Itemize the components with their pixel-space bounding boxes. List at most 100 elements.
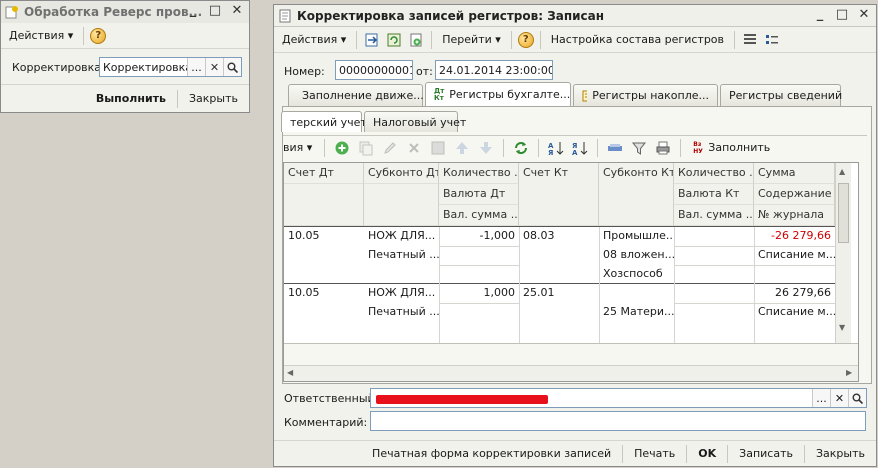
table-row[interactable]: 10.05 НОЖ ДЛЯ... Печатный ... -1,000 08.… bbox=[284, 227, 835, 283]
actions-menu[interactable]: Действия ▾ bbox=[278, 31, 350, 48]
cell-account-kt: 08.03 bbox=[523, 229, 555, 242]
col-header-blank bbox=[284, 184, 364, 226]
clear-icon[interactable]: ✕ bbox=[830, 389, 848, 407]
move-down-icon[interactable] bbox=[477, 139, 495, 157]
select-button[interactable]: ... bbox=[187, 58, 205, 76]
checklist-icon[interactable] bbox=[763, 31, 781, 49]
cell-quantity-dt: -1,000 bbox=[479, 229, 515, 242]
correction-field[interactable]: Корректировка за ... ✕ bbox=[99, 57, 242, 77]
print-icon[interactable] bbox=[654, 139, 672, 157]
document-icon bbox=[278, 9, 292, 23]
edit-row-icon[interactable] bbox=[381, 139, 399, 157]
cell-content: Списание м... bbox=[758, 248, 835, 261]
date-field[interactable]: 24.01.2014 23:00:00 bbox=[435, 60, 553, 80]
select-button[interactable]: ... bbox=[812, 389, 830, 407]
sort-desc-icon[interactable]: ЯA bbox=[571, 139, 589, 157]
minimize-button[interactable]: _ bbox=[185, 4, 201, 19]
col-header-currency-kt[interactable]: Валюта Кт bbox=[674, 184, 754, 205]
save-button[interactable]: Записать bbox=[734, 445, 798, 462]
col-header-cur-sum-kt[interactable]: Вал. сумма ... bbox=[674, 205, 754, 226]
dt-kt-icon: Дт Кт bbox=[434, 86, 445, 102]
number-value: 00000000001 bbox=[339, 63, 413, 77]
footer-separator bbox=[727, 444, 729, 463]
post-document-icon[interactable] bbox=[363, 31, 381, 49]
scroll-left-icon[interactable]: ◀ bbox=[287, 368, 293, 377]
tab-accounting[interactable]: терский учет bbox=[281, 111, 367, 132]
ok-button[interactable]: OK bbox=[693, 445, 721, 462]
copy-row-icon[interactable] bbox=[357, 139, 375, 157]
goto-menu[interactable]: Перейти ▾ bbox=[438, 31, 505, 48]
svg-text:A: A bbox=[572, 149, 578, 156]
horizontal-scrollbar[interactable]: ◀ ▶ bbox=[284, 365, 858, 381]
maximize-button[interactable]: □ bbox=[207, 4, 223, 19]
vertical-scrollbar[interactable]: ▲ ▼ bbox=[835, 163, 851, 343]
register-config-button[interactable]: Настройка состава регистров bbox=[547, 31, 728, 48]
table-row[interactable]: 10.05 НОЖ ДЛЯ... Печатный ... 1,000 25.0… bbox=[284, 284, 835, 336]
col-header-content[interactable]: Содержание bbox=[754, 184, 835, 205]
tab-accounting-registers[interactable]: Дт Кт Регистры бухгалте... bbox=[425, 82, 571, 106]
tab-info-registers[interactable]: Регистры сведений bbox=[720, 84, 842, 106]
delete-row-icon[interactable] bbox=[405, 139, 423, 157]
reload-document-icon[interactable] bbox=[385, 31, 403, 49]
tab-accounting-registers-label: Регистры бухгалте... bbox=[449, 88, 571, 101]
actions-menu[interactable]: Действия ▾ bbox=[5, 27, 77, 44]
comment-field[interactable] bbox=[370, 411, 866, 431]
search-icon[interactable] bbox=[848, 389, 866, 407]
fill-button[interactable]: Вз НУ Заполнить bbox=[689, 139, 774, 157]
correction-title-bar: Корректировка записей регистров: Записан… bbox=[274, 5, 876, 27]
print-form-button[interactable]: Печатная форма корректировки записей bbox=[367, 445, 616, 462]
col-header-sum[interactable]: Сумма bbox=[754, 163, 835, 184]
col-header-account-kt[interactable]: Счет Кт bbox=[519, 163, 599, 226]
minimize-button[interactable]: _ bbox=[812, 8, 828, 23]
tab-fill-movements[interactable]: Заполнение движе... bbox=[288, 84, 424, 106]
find-icon[interactable] bbox=[606, 139, 624, 157]
scroll-right-icon[interactable]: ▶ bbox=[846, 368, 852, 377]
add-row-icon[interactable] bbox=[333, 139, 351, 157]
responsible-field[interactable]: ... ✕ bbox=[370, 388, 867, 408]
move-up-icon[interactable] bbox=[453, 139, 471, 157]
col-header-subconto-dt[interactable]: Субконто Дт bbox=[364, 163, 439, 184]
print-button[interactable]: Печать bbox=[629, 445, 680, 462]
search-icon[interactable] bbox=[223, 58, 241, 76]
close-button[interactable]: ✕ bbox=[856, 8, 872, 23]
scroll-thumb[interactable] bbox=[838, 183, 849, 243]
filter-icon[interactable] bbox=[630, 139, 648, 157]
grid-actions-menu[interactable]: вия ▾ bbox=[283, 139, 316, 156]
refresh-icon[interactable] bbox=[512, 139, 530, 157]
col-header-quantity-dt[interactable]: Количество ... bbox=[439, 163, 519, 184]
date-value: 24.01.2014 23:00:00 bbox=[439, 63, 553, 77]
help-icon[interactable]: ? bbox=[90, 27, 107, 44]
copy-document-icon[interactable] bbox=[407, 31, 425, 49]
col-header-account-dt[interactable]: Счет Дт bbox=[284, 163, 364, 184]
cell-sum: -26 279,66 bbox=[771, 229, 831, 242]
row-subline bbox=[674, 265, 835, 266]
redaction-mark bbox=[376, 395, 548, 404]
col-header-cur-sum-dt[interactable]: Вал. сумма ... bbox=[439, 205, 519, 226]
tab-tax-accounting[interactable]: Налоговый учет bbox=[364, 111, 466, 132]
maximize-button[interactable]: □ bbox=[834, 8, 850, 23]
close-form-button[interactable]: Закрыть bbox=[811, 445, 870, 462]
col-header-subconto-kt[interactable]: Субконто Кт bbox=[599, 163, 674, 226]
toolbar-separator bbox=[734, 30, 736, 49]
close-button[interactable]: ✕ bbox=[229, 4, 245, 19]
col-header-quantity-kt[interactable]: Количество ... bbox=[674, 163, 754, 184]
list-settings-icon[interactable] bbox=[741, 31, 759, 49]
close-processing-button[interactable]: Закрыть bbox=[184, 90, 243, 107]
end-edit-icon[interactable] bbox=[429, 139, 447, 157]
processing-window: Обработка Реверс пров... _ □ ✕ Действия … bbox=[0, 0, 250, 113]
tab-fill-movements-label: Заполнение движе... bbox=[302, 89, 424, 102]
help-icon[interactable]: ? bbox=[517, 31, 534, 48]
toolbar-separator bbox=[510, 30, 512, 49]
clear-icon[interactable]: ✕ bbox=[205, 58, 223, 76]
col-divider bbox=[674, 227, 675, 343]
execute-button[interactable]: Выполнить bbox=[91, 90, 171, 107]
col-header-currency-dt[interactable]: Валюта Дт bbox=[439, 184, 519, 205]
number-field[interactable]: 00000000001 bbox=[335, 60, 413, 80]
sort-asc-icon[interactable]: AЯ bbox=[547, 139, 565, 157]
col-header-journal-no[interactable]: № журнала bbox=[754, 205, 835, 226]
actions-label: Действия bbox=[9, 29, 65, 42]
scroll-down-icon[interactable]: ▼ bbox=[839, 323, 845, 332]
cell-account-dt: 10.05 bbox=[288, 286, 320, 299]
scroll-up-icon[interactable]: ▲ bbox=[839, 167, 845, 176]
tab-accumulation-registers[interactable]: Регистры накопле... bbox=[573, 84, 718, 106]
